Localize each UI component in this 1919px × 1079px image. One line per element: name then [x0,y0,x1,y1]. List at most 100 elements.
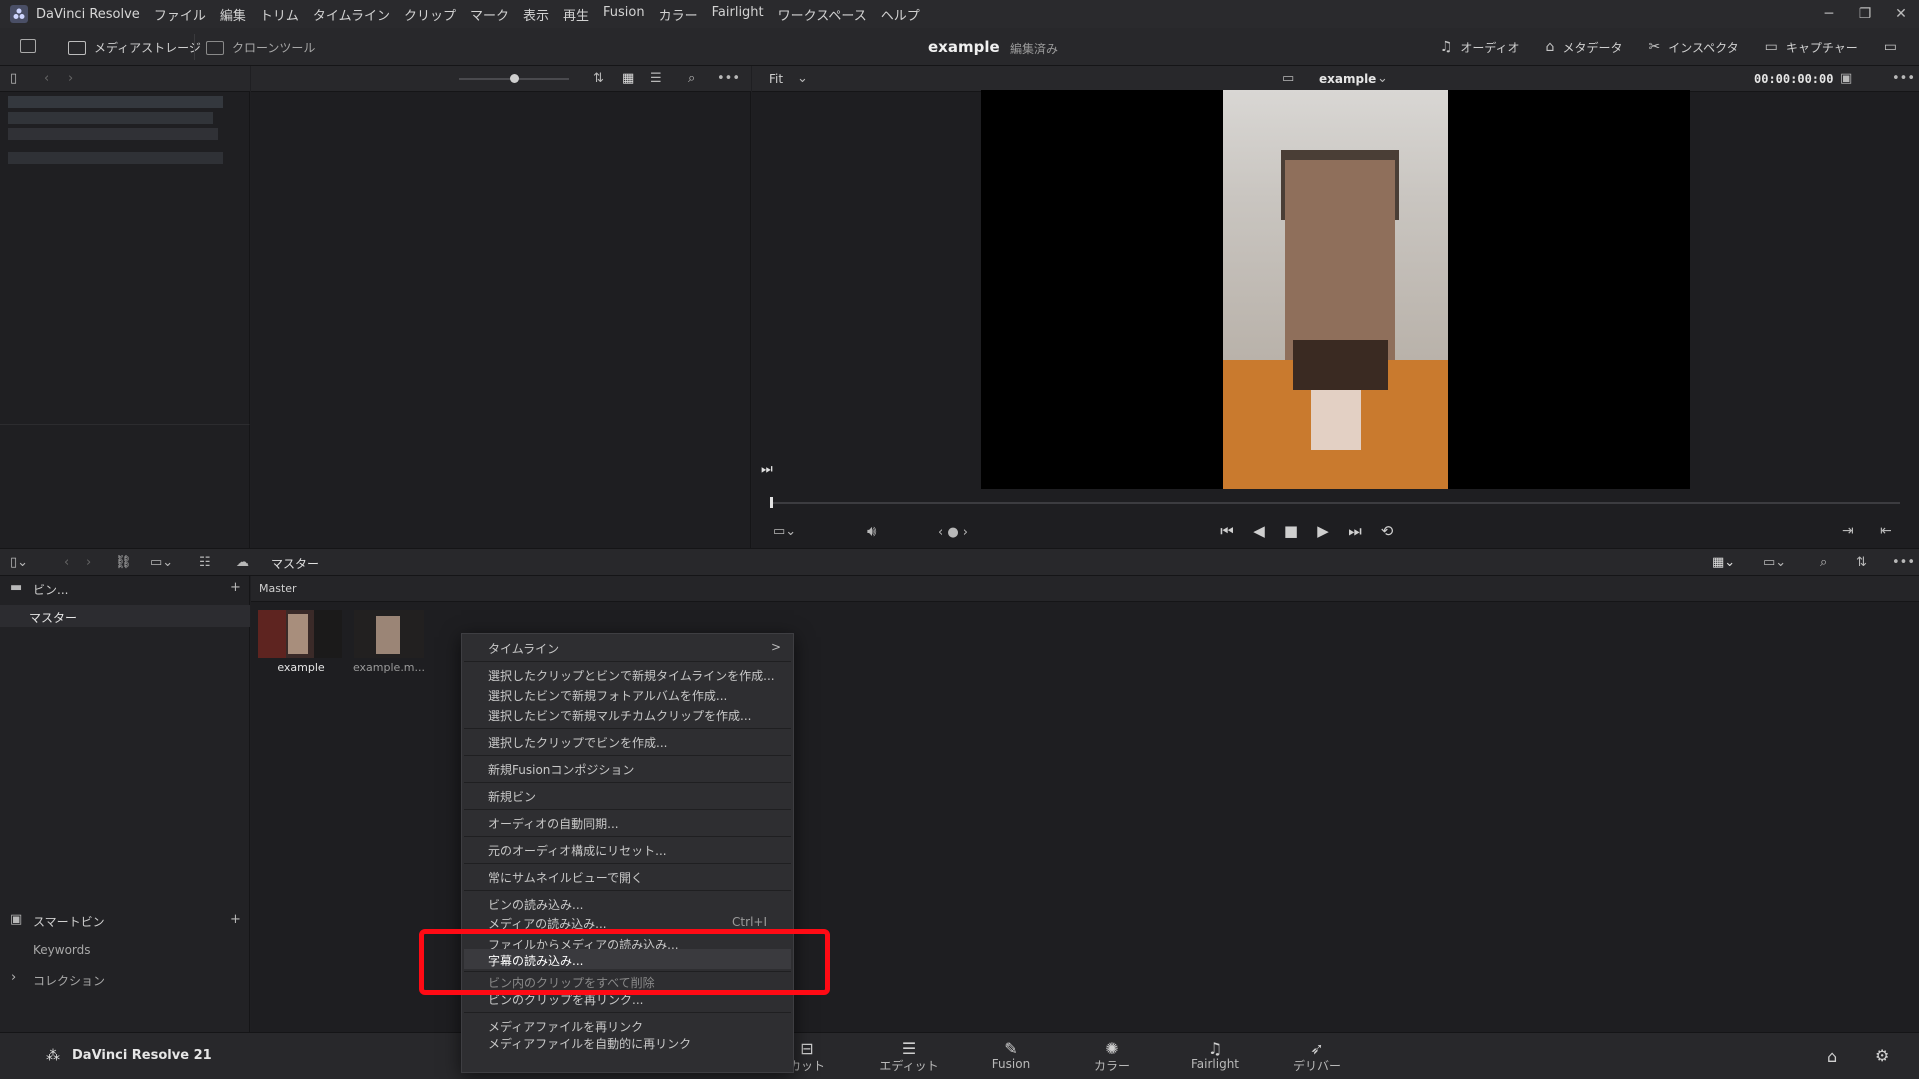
clone-tool-button[interactable]: クローンツール [206,39,315,56]
menu-item-import-bin[interactable]: ビンの読み込み... [488,896,583,913]
menu-item-reset-audio[interactable]: 元のオーディオ構成にリセット... [488,842,667,859]
page-tab-fusion[interactable]: ✎ Fusion [971,1039,1051,1071]
viewer-layout-icon[interactable]: ▭⌄ [773,525,796,538]
play-icon[interactable]: ▶ [1307,522,1339,540]
menu-item-new-timeline[interactable]: 選択したクリップとビンで新規タイムラインを作成... [488,667,775,684]
tag-icon: ⌂ [1545,39,1555,55]
home-icon[interactable]: ⌂ [1827,1047,1837,1066]
viewer-clip-name[interactable]: example [1319,72,1376,86]
menu-color[interactable]: カラー [659,5,698,24]
add-bin-icon[interactable]: + [230,581,241,594]
frame-subject [1293,340,1388,390]
page-tab-color[interactable]: ✺ カラー [1072,1039,1152,1074]
viewer-options-icon[interactable]: ▣ [1840,72,1852,85]
blurred-tree-row[interactable] [8,128,218,140]
mark-out-icon[interactable]: ⇤ [1880,524,1892,538]
mark-in-icon[interactable]: ⇥ [1842,524,1854,538]
more-options-icon[interactable]: ••• [1892,556,1915,569]
playhead[interactable] [770,497,773,508]
menu-timeline[interactable]: タイムライン [313,5,390,24]
collections-label[interactable]: コレクション [33,972,105,989]
metadata-button[interactable]: ⌂ メタデータ [1546,39,1623,56]
menu-playback[interactable]: 再生 [563,5,589,24]
blurred-tree-row[interactable] [8,152,223,164]
bin-list-toggle-icon[interactable]: ▯⌄ [10,556,28,569]
clip-thumbnail[interactable] [354,610,424,658]
go-to-start-icon[interactable]: ⏮ [1211,522,1243,540]
restore-button[interactable]: ❐ [1847,0,1883,28]
chevron-down-icon[interactable]: ⌄ [1377,72,1388,85]
close-button[interactable]: ✕ [1883,0,1919,28]
media-storage-button[interactable]: メディアストレージ [68,39,201,56]
page-tab-edit[interactable]: ☰ エディット [869,1039,949,1074]
blurred-tree-row[interactable] [8,96,223,108]
forward-arrow-icon[interactable]: › [68,72,73,85]
add-smart-bin-icon[interactable]: + [230,913,241,926]
menu-mark[interactable]: マーク [470,5,509,24]
menu-edit[interactable]: 編集 [220,5,246,24]
search-icon[interactable]: ⌕ [1820,556,1827,569]
clip-thumbnail[interactable] [258,610,342,658]
menu-item-timeline[interactable]: タイムライン [488,640,559,657]
link-icon[interactable]: ⛓ [115,556,132,569]
sort-icon[interactable]: ⇅ [593,72,604,85]
menu-help[interactable]: ヘルプ [881,5,920,24]
menu-item-new-fusion-comp[interactable]: 新規Fusionコンポジション [488,761,634,778]
stop-icon[interactable]: ■ [1275,522,1307,540]
chevron-down-icon[interactable]: ⌄ [797,72,808,85]
menu-item-auto-relink-media[interactable]: メディアファイルを自動的に再リンク [488,1035,691,1052]
slider-handle[interactable] [510,74,519,83]
step-back-icon[interactable]: ◀ [1243,522,1275,540]
capture-button[interactable]: ▭ キャプチャー [1765,39,1858,56]
menu-fairlight[interactable]: Fairlight [712,5,764,24]
chevron-right-icon[interactable]: › [11,971,16,984]
menu-item-new-photo-album[interactable]: 選択したビンで新規フォトアルバムを作成... [488,687,727,704]
menu-clip[interactable]: クリップ [404,5,456,24]
volume-icon[interactable]: 🔊︎ [867,524,876,539]
menu-item-relink-media[interactable]: メディアファイルを再リンク [488,1018,643,1035]
sort-icon[interactable]: ⇅ [1856,556,1867,569]
cloud-icon[interactable]: ☁ [236,556,249,569]
blurred-tree-row[interactable] [8,112,213,124]
search-icon[interactable]: ⌕ [688,72,695,85]
menu-trim[interactable]: トリム [260,5,299,24]
page-tab-deliver[interactable]: ➶ デリバー [1277,1039,1357,1074]
next-clip-icon[interactable]: ⏭ [761,463,773,476]
sidebar-toggle-icon[interactable]: ▯ [10,72,17,85]
page-tab-fairlight[interactable]: ♫ Fairlight [1175,1039,1255,1071]
more-options-icon[interactable]: ••• [717,72,740,85]
menu-item-new-bin[interactable]: 新規ビン [488,788,536,805]
audio-button[interactable]: ♫ オーディオ [1440,39,1520,56]
inspector-button[interactable]: ✂ インスペクタ [1648,39,1738,56]
minimize-button[interactable]: ─ [1811,0,1847,28]
smart-bin-keywords[interactable]: Keywords [33,943,91,957]
menu-view[interactable]: 表示 [523,5,549,24]
loop-icon[interactable]: ⟲ [1371,522,1403,540]
more-options-icon[interactable]: ••• [1892,72,1915,85]
forward-arrow-icon[interactable]: › [86,556,91,569]
menu-item-thumbnail-view[interactable]: 常にサムネイルビューで開く [488,869,643,886]
menu-item-auto-sync-audio[interactable]: オーディオの自動同期... [488,815,619,832]
menu-fusion[interactable]: Fusion [603,5,645,24]
scrub-bar[interactable] [770,502,1900,504]
monitor-button[interactable]: ▭ [1884,39,1905,55]
grid-view-icon[interactable]: ▦⌄ [1712,556,1735,569]
settings-gear-icon[interactable]: ⚙ [1875,1046,1889,1065]
panel-toggle-button[interactable] [20,39,36,53]
back-arrow-icon[interactable]: ‹ [44,72,49,85]
back-arrow-icon[interactable]: ‹ [64,556,69,569]
menu-file[interactable]: ファイル [154,5,206,24]
list-view-icon[interactable]: ☰ [650,72,662,85]
menu-workspace[interactable]: ワークスペース [778,5,867,24]
go-to-end-icon[interactable]: ⏭ [1339,522,1371,540]
metadata-icon[interactable]: ☷ [199,556,211,569]
zoom-dropdown[interactable]: Fit [769,72,783,86]
menu-item-new-multicam[interactable]: 選択したビンで新規マルチカムクリップを作成... [488,707,751,724]
viewer-mode-icon[interactable]: ▭ [1282,72,1294,85]
menu-item-create-bin[interactable]: 選択したクリップでビンを作成... [488,734,667,751]
jog-control[interactable]: ‹ ● › [938,526,968,539]
clip-view-icon[interactable]: ▭⌄ [1763,556,1786,569]
bin-item-master[interactable]: マスター [0,605,250,627]
import-icon[interactable]: ▭⌄ [150,556,173,569]
grid-view-icon[interactable]: ▦ [622,72,634,85]
